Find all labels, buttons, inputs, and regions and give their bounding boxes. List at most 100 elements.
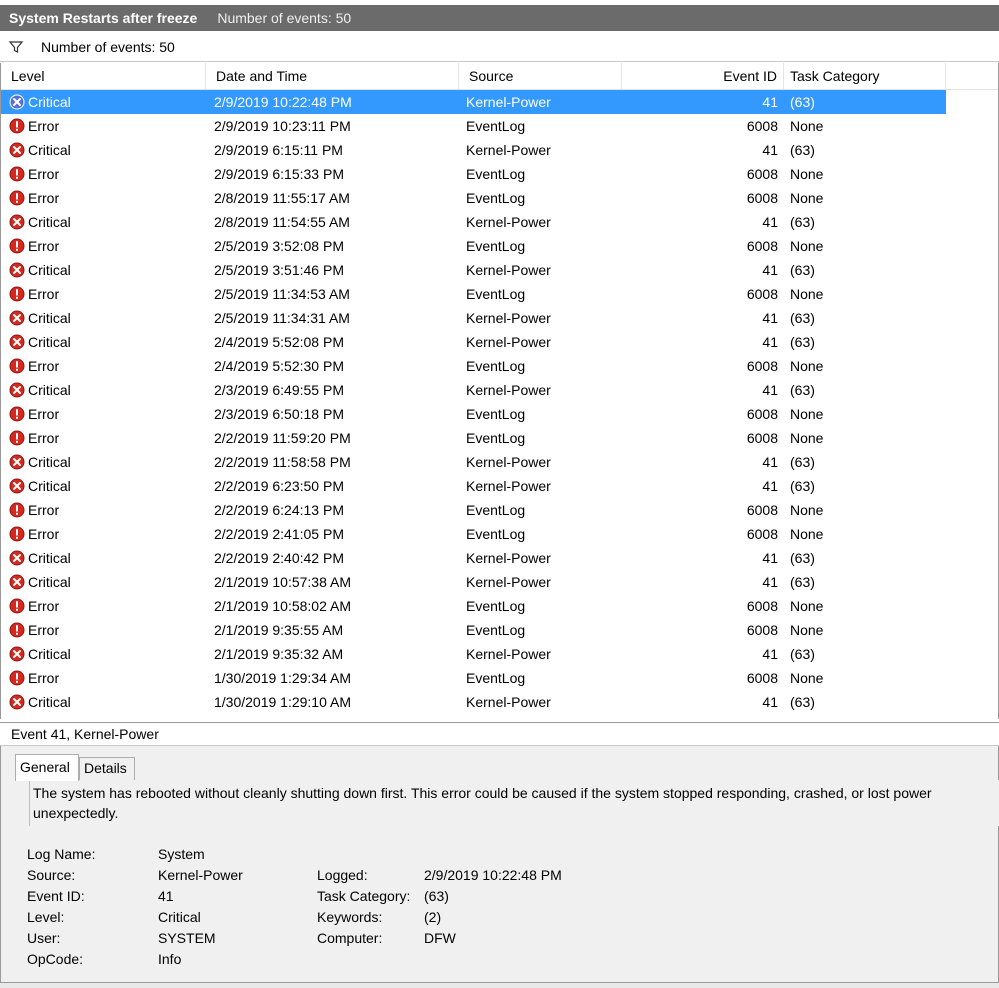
table-row[interactable]: Error 2/9/2019 6:15:33 PM EventLog 6008 None <box>1 162 998 186</box>
property-value[interactable]: Kernel-Power <box>158 865 243 886</box>
cell-date: 2/1/2019 10:57:38 AM <box>214 574 351 590</box>
table-row[interactable]: Critical 2/2/2019 6:23:50 PM Kernel-Power 4… <box>1 474 998 498</box>
table-row[interactable]: Critical 2/5/2019 11:34:31 AM Kernel-Power… <box>1 306 998 330</box>
cell-date: 2/5/2019 3:51:46 PM <box>214 262 344 278</box>
table-row[interactable]: Error 1/30/2019 1:29:34 AM EventLog 6008 Non… <box>1 666 998 690</box>
table-row[interactable]: Critical 2/2/2019 11:58:58 PM Kernel-Power… <box>1 450 998 474</box>
cell-level-text: Critical <box>28 478 71 494</box>
table-row[interactable]: Critical 2/8/2019 11:54:55 AM Kernel-Power… <box>1 210 998 234</box>
table-row[interactable]: Error 2/1/2019 10:58:02 AM EventLog 6008 Non… <box>1 594 998 618</box>
critical-x-icon <box>9 550 25 566</box>
tab-general[interactable]: General <box>15 754 79 781</box>
table-row[interactable]: Error 2/2/2019 6:24:13 PM EventLog 6008 None <box>1 498 998 522</box>
detail-header: Event 41, Kernel-Power <box>0 722 999 746</box>
error-exclamation-icon <box>9 238 25 254</box>
cell-date: 2/9/2019 10:22:48 PM <box>214 94 352 110</box>
table-row[interactable]: Error 2/9/2019 10:23:11 PM EventLog 6008 Non… <box>1 114 998 138</box>
filter-event-count: Number of events: 50 <box>41 38 175 55</box>
cell-source: EventLog <box>466 526 526 542</box>
property-value[interactable]: (63) <box>424 886 449 907</box>
column-header-date[interactable]: Date and Time <box>206 63 459 90</box>
property-value[interactable]: Info <box>158 949 181 970</box>
cell-task-category: (63) <box>790 478 815 494</box>
cell-level-text: Critical <box>28 646 71 662</box>
table-row[interactable]: Error 2/8/2019 11:55:17 AM EventLog 6008 Non… <box>1 186 998 210</box>
cell-source: EventLog <box>466 358 526 374</box>
cell-date: 2/2/2019 11:58:58 PM <box>214 454 351 470</box>
detail-pane: General Details The system has rebooted … <box>0 746 999 982</box>
table-row[interactable]: Error 2/5/2019 3:52:08 PM EventLog 6008 None <box>1 234 998 258</box>
cell-task-category: None <box>790 526 824 542</box>
property-label: Log Name: <box>27 846 96 862</box>
table-row[interactable]: Critical 2/1/2019 9:35:32 AM Kernel-Power 4… <box>1 642 998 666</box>
cell-level: Error <box>9 114 209 138</box>
cell-level-text: Critical <box>28 334 71 350</box>
cell-task-category: None <box>790 430 824 446</box>
table-row[interactable]: Error 2/2/2019 11:59:20 PM EventLog 6008 Non… <box>1 426 998 450</box>
cell-date: 2/1/2019 9:35:55 AM <box>214 622 344 638</box>
property-value[interactable]: 41 <box>158 886 174 907</box>
property-label: Task Category: <box>317 888 411 904</box>
cell-event-id: 41 <box>762 334 778 350</box>
cell-task-category: None <box>790 598 824 614</box>
table-row[interactable]: Error 2/5/2019 11:34:53 AM EventLog 6008 Non… <box>1 282 998 306</box>
cell-event-id: 41 <box>762 478 778 494</box>
event-description[interactable]: The system has rebooted without cleanly … <box>29 780 999 826</box>
column-header-level[interactable]: Level <box>1 63 206 90</box>
table-row[interactable]: Error 2/1/2019 9:35:55 AM EventLog 6008 None <box>1 618 998 642</box>
detail-header-title: Event 41, Kernel-Power <box>11 726 159 742</box>
table-row[interactable]: Critical 2/2/2019 2:40:42 PM Kernel-Power 4… <box>1 546 998 570</box>
funnel-icon[interactable] <box>8 39 24 55</box>
cell-event-id: 41 <box>762 94 778 110</box>
property-value[interactable]: SYSTEM <box>158 928 216 949</box>
cell-event-id: 41 <box>762 382 778 398</box>
cell-event-id: 6008 <box>746 190 778 206</box>
column-header-source[interactable]: Source <box>459 63 622 90</box>
property-value[interactable]: 2/9/2019 10:22:48 PM <box>424 865 562 886</box>
property-value[interactable]: (2) <box>424 907 441 928</box>
error-exclamation-icon <box>9 190 25 206</box>
table-row[interactable]: Critical 1/30/2019 1:29:10 AM Kernel-Power… <box>1 690 998 714</box>
property-value[interactable]: Critical <box>158 907 201 928</box>
cell-task-category: (63) <box>790 334 815 350</box>
cell-level-text: Critical <box>28 550 71 566</box>
column-header-event-id[interactable]: Event ID <box>622 63 784 90</box>
property-label: User: <box>27 930 61 946</box>
cell-level: Error <box>9 162 209 186</box>
cell-level: Error <box>9 594 209 618</box>
cell-level: Critical <box>9 138 209 162</box>
table-row[interactable]: Error 2/4/2019 5:52:30 PM EventLog 6008 None <box>1 354 998 378</box>
cell-level: Error <box>9 426 209 450</box>
table-row[interactable]: Critical 2/3/2019 6:49:55 PM Kernel-Power 4… <box>1 378 998 402</box>
table-row[interactable]: Critical 2/9/2019 10:22:48 PM Kernel-Power… <box>1 90 946 114</box>
critical-x-icon <box>9 694 25 710</box>
table-row[interactable]: Critical 2/4/2019 5:52:08 PM Kernel-Power 4… <box>1 330 998 354</box>
column-header-task-category[interactable]: Task Category <box>784 63 946 90</box>
table-row[interactable]: Error 2/3/2019 6:50:18 PM EventLog 6008 None <box>1 402 998 426</box>
column-header-row: Level Date and Time Source Event ID Task… <box>1 63 998 90</box>
critical-x-icon <box>9 478 25 494</box>
table-row[interactable]: Critical 2/5/2019 3:51:46 PM Kernel-Power 4… <box>1 258 998 282</box>
cell-task-category: None <box>790 166 824 182</box>
cell-level-text: Critical <box>28 94 71 110</box>
cell-task-category: None <box>790 622 824 638</box>
cell-source: Kernel-Power <box>466 478 551 494</box>
table-row[interactable]: Critical 2/1/2019 10:57:38 AM Kernel-Power… <box>1 570 998 594</box>
cell-source: Kernel-Power <box>466 550 551 566</box>
cell-level: Critical <box>9 546 209 570</box>
cell-date: 2/2/2019 6:24:13 PM <box>214 502 344 518</box>
error-exclamation-icon <box>9 118 25 134</box>
cell-source: Kernel-Power <box>466 694 551 710</box>
title-event-count: Number of events: 50 <box>217 10 352 26</box>
event-list[interactable]: Level Date and Time Source Event ID Task… <box>0 63 999 719</box>
cell-date: 2/2/2019 2:41:05 PM <box>214 526 344 542</box>
cell-source: EventLog <box>466 622 526 638</box>
table-row[interactable]: Error 2/2/2019 2:41:05 PM EventLog 6008 None <box>1 522 998 546</box>
tab-details[interactable]: Details <box>79 757 135 780</box>
cell-level: Error <box>9 402 209 426</box>
table-row[interactable]: Critical 2/9/2019 6:15:11 PM Kernel-Power 4… <box>1 138 998 162</box>
cell-source: Kernel-Power <box>466 142 551 158</box>
cell-task-category: (63) <box>790 94 815 110</box>
property-value[interactable]: DFW <box>424 928 456 949</box>
property-value[interactable]: System <box>158 844 205 865</box>
